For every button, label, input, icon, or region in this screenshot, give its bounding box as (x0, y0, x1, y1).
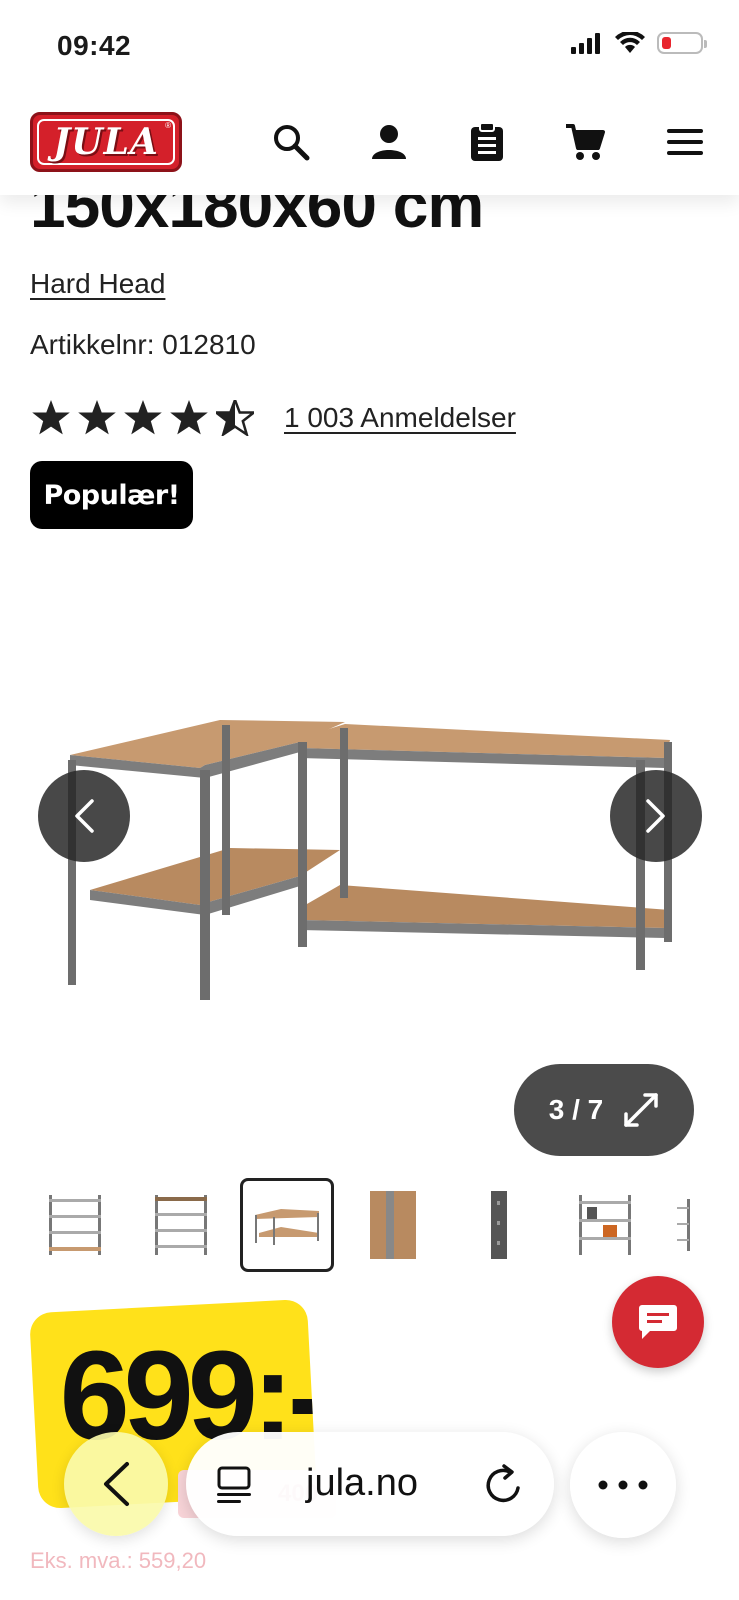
thumbnail-strip (0, 1178, 739, 1272)
reviews-link[interactable]: 1 003 Anmeldelser (284, 402, 516, 434)
gallery-next-button[interactable] (610, 770, 702, 862)
gallery-counter-fullscreen-button[interactable]: 3 / 7 (514, 1064, 694, 1156)
gallery-prev-button[interactable] (38, 770, 130, 862)
url-text: jula.no (306, 1462, 418, 1504)
thumbnail-2[interactable] (134, 1178, 228, 1272)
more-dots-icon (598, 1480, 648, 1490)
thumbnail-1[interactable] (28, 1178, 122, 1272)
gallery-counter: 3 / 7 (548, 1094, 604, 1125)
logo-text: JULA (53, 121, 159, 163)
site-header: JULA ® (0, 95, 739, 195)
star-full-icon (124, 400, 162, 435)
jula-logo[interactable]: JULA ® (30, 112, 182, 172)
cellular-signal-icon (571, 33, 600, 54)
thumbnail-5[interactable] (452, 1178, 546, 1272)
thumbnail-3[interactable] (240, 1178, 334, 1272)
cart-button[interactable] (562, 119, 608, 165)
product-gallery[interactable]: 3 / 7 (0, 560, 739, 1160)
article-number: Artikkelnr: 012810 (30, 329, 256, 360)
chat-button[interactable] (612, 1276, 704, 1368)
chevron-right-icon (646, 799, 665, 833)
star-full-icon (170, 400, 208, 435)
star-rating (32, 400, 254, 436)
shopping-list-button[interactable] (464, 119, 510, 165)
battery-icon (657, 32, 707, 54)
chevron-left-icon (75, 799, 94, 833)
reload-icon[interactable] (484, 1464, 524, 1506)
clipboard-icon (471, 122, 503, 161)
thumbnail-7[interactable] (664, 1178, 704, 1272)
browser-address-bar[interactable]: jula.no (186, 1432, 554, 1536)
status-bar: 09:42 (0, 0, 739, 95)
brand-link[interactable]: Hard Head (30, 268, 165, 300)
search-button[interactable] (268, 119, 314, 165)
browser-back-button[interactable] (64, 1432, 168, 1536)
chat-bubble-icon (639, 1305, 677, 1339)
hamburger-menu-icon (667, 129, 703, 155)
user-icon (372, 125, 406, 159)
thumbnail-4[interactable] (346, 1178, 440, 1272)
expand-icon (624, 1093, 658, 1127)
status-time: 09:42 (57, 30, 132, 61)
search-icon (274, 125, 310, 161)
browser-more-button[interactable] (570, 1432, 676, 1538)
cart-icon (566, 124, 605, 160)
star-full-icon (78, 400, 116, 435)
thumbnail-6[interactable] (558, 1178, 652, 1272)
star-full-icon (32, 400, 70, 435)
star-half-icon (216, 400, 254, 436)
rating-row: 1 003 Anmeldelser (32, 400, 516, 436)
tabs-overview-icon (217, 1466, 251, 1503)
menu-button[interactable] (662, 119, 708, 165)
wifi-icon (615, 32, 645, 53)
price-ex-vat: Eks. mva.: 559,20 (30, 1548, 207, 1573)
status-icons (571, 32, 707, 54)
account-button[interactable] (366, 119, 412, 165)
popular-badge: Populær! (30, 461, 193, 529)
chevron-left-icon (104, 1462, 129, 1506)
